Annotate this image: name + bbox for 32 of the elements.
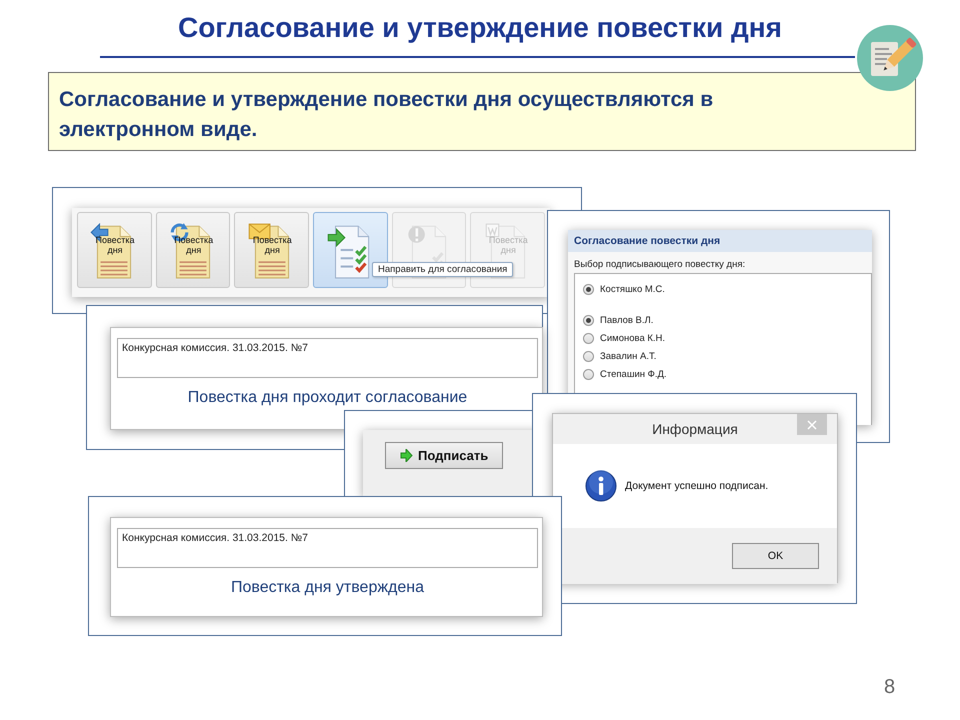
status-text: Повестка дня утверждена	[230, 578, 426, 597]
dialog-title: Информация	[652, 421, 738, 437]
toolbar-button[interactable]: Повестка дня	[156, 212, 230, 288]
close-button[interactable]	[797, 414, 827, 435]
status-text: Повестка дня проходит согласование	[186, 388, 468, 407]
dialog-title: Согласование повестки дня	[568, 230, 872, 252]
radio-button[interactable]	[583, 284, 594, 294]
callout-text: Согласование и утверждение повестки дня осуществляются в электронном виде.	[48, 72, 916, 151]
radio-button[interactable]	[583, 314, 594, 326]
radio-button[interactable]	[583, 350, 594, 362]
prompt-label: Выбор подписывающего повестку дня:	[573, 258, 746, 272]
slide-title: Согласование и утверждение повестки дня	[176, 12, 784, 44]
ok-button[interactable]: OK	[732, 543, 819, 569]
document-field: Конкурсная комиссия. 31.03.2015. №7	[117, 338, 538, 378]
toolbar-button[interactable]: Повестка дня	[234, 212, 310, 288]
info-icon	[585, 470, 617, 502]
message-text: Документ успешно подписан.	[625, 480, 768, 492]
tooltip: Направить для согласования	[372, 262, 514, 277]
option-label: Степашин Ф.Д.	[600, 368, 667, 380]
sign-button[interactable]: Подписать	[385, 442, 504, 469]
notepad-pencil-icon	[857, 25, 923, 91]
close-icon	[807, 420, 817, 430]
option-label: Завалин А.Т.	[600, 350, 656, 362]
arrow-icon	[400, 449, 413, 462]
option-label: Симонова К.Н.	[600, 332, 666, 344]
radio-button[interactable]	[583, 332, 594, 344]
document-field: Конкурсная комиссия. 31.03.2015. №7	[117, 528, 538, 568]
toolbar-button[interactable]: Повестка дня	[77, 212, 152, 288]
page-number: 8	[884, 676, 896, 699]
radio-button[interactable]	[583, 368, 594, 380]
option-label: Костяшко М.С.	[600, 284, 665, 294]
option-label: Павлов В.Л.	[600, 314, 654, 326]
